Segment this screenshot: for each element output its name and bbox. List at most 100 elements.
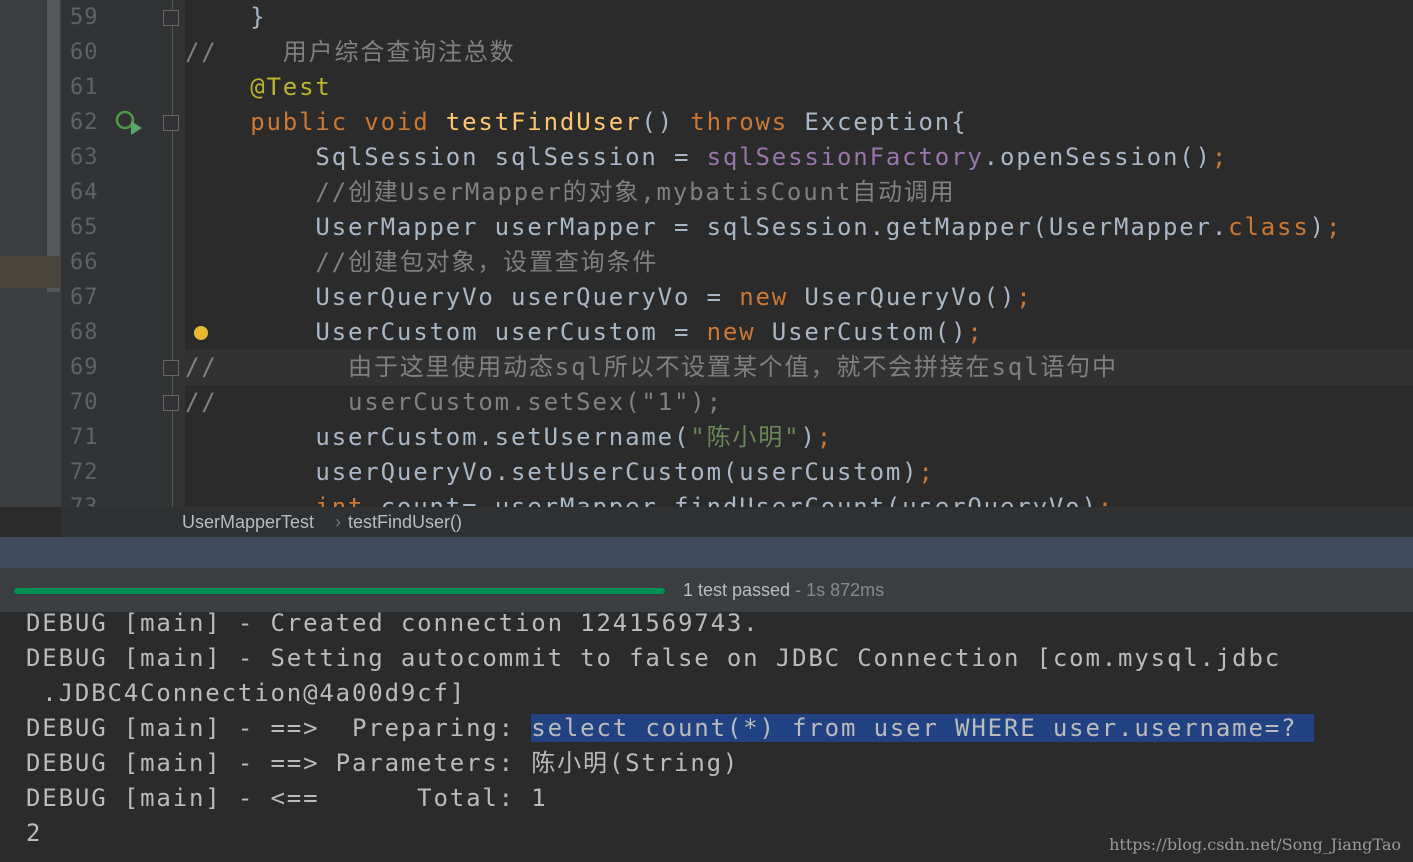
code-line[interactable]: // userCustom.setSex("1"); [185,385,1413,420]
line-number: 71 [70,425,99,450]
code-token: //创建UserMapper的对象,mybatisCount自动调用 [185,178,956,206]
code-line[interactable]: } [185,0,1413,35]
code-token: sqlSessionFactory [706,143,984,171]
line-number: 61 [70,75,99,100]
fold-icon[interactable] [163,10,179,26]
code-line[interactable]: UserCustom userCustom = new UserCustom()… [185,315,1413,350]
console-line: 2 [26,816,42,851]
console-line: .JDBC4Connection@4a00d9cf] [26,676,466,711]
code-token: SqlSession sqlSession = [185,143,707,171]
line-number: 65 [70,215,99,240]
code-token: //创建包对象，设置查询条件 [185,248,659,276]
code-token: ; [1325,213,1343,241]
console-line: DEBUG [main] - ==> Parameters: 陈小明(Strin… [26,746,739,781]
fold-guide [172,0,173,507]
code-token: () [641,108,691,136]
scroll-marker [0,256,61,288]
scrollbar[interactable] [47,0,60,292]
code-token: ; [1016,283,1033,311]
code-line[interactable]: int count= userMapper.findUserCount(user… [185,490,1413,507]
test-result: 1 test passed [683,580,791,600]
code-token: ) [800,423,817,451]
breadcrumb-method[interactable]: testFindUser() [348,507,462,537]
code-token: // userCustom.setSex("1"); [185,388,723,416]
breadcrumb: UserMapperTest › testFindUser() [61,507,1413,537]
console-line: DEBUG [main] - Setting autocommit to fal… [26,641,1281,676]
console-text: DEBUG [main] - Setting autocommit to fal… [26,644,1282,672]
fold-icon[interactable] [163,115,179,131]
code-token: new [706,318,772,346]
code-token: ; [1211,143,1229,171]
console-text: 2 [26,819,43,847]
code-token: public void [250,108,446,136]
code-token: ; [918,458,935,486]
console-text: DEBUG [main] - <== Total: 1 [26,784,548,812]
line-number: 66 [70,250,99,275]
line-number: 62 [70,110,99,135]
code-token: // 用户综合查询注总数 [185,38,516,66]
code-line[interactable]: // 由于这里使用动态sql所以不设置某个值，就不会拼接在sql语句中 [185,350,1413,385]
console-text: DEBUG [main] - ==> Parameters: 陈小明(Strin… [26,749,740,777]
code-token: userCustom.setUsername( [185,423,691,451]
code-token: ) [1309,213,1326,241]
console-output[interactable]: DEBUG [main] - Created connection 124156… [0,606,1413,862]
console-line: DEBUG [main] - <== Total: 1 [26,781,548,816]
line-number: 69 [70,355,99,380]
line-number: 59 [70,5,99,30]
code-token: } [185,3,267,31]
code-token: throws [690,108,805,136]
code-line[interactable]: @Test [185,70,1413,105]
code-token: UserMapper userMapper = sqlSession.getMa… [185,213,1229,241]
code-token: UserCustom() [771,318,968,346]
code-token: count= userMapper.findUserCount(userQuer… [380,493,1098,507]
code-token: Exception{ [804,108,968,136]
line-number: 68 [70,320,99,345]
breadcrumb-class[interactable]: UserMapperTest [182,507,314,537]
code-token: UserQueryVo() [804,283,1017,311]
code-token: ; [816,423,834,451]
console-text: .JDBC4Connection@4a00d9cf] [26,679,467,707]
tool-window-header [0,537,1413,568]
line-number: 72 [70,460,99,485]
console-line: DEBUG [main] - ==> Preparing: select cou… [26,711,1314,746]
test-duration: - 1s 872ms [795,580,885,600]
fold-icon[interactable] [163,395,179,411]
code-token: UserCustom userCustom = [185,318,707,346]
code-token: UserQueryVo userQueryVo = [185,283,740,311]
console-text: DEBUG [main] - ==> Preparing: [26,714,532,742]
line-number: 60 [70,40,99,65]
code-line[interactable]: // 用户综合查询注总数 [185,35,1413,70]
run-test-icon[interactable] [113,108,143,138]
line-number: 64 [70,180,99,205]
code-editor[interactable]: } // 用户综合查询注总数 @Test public void testFind… [185,0,1413,507]
code-token: ; [967,318,984,346]
test-progress-bar [14,588,665,594]
code-token: // 由于这里使用动态sql所以不设置某个值，就不会拼接在sql语句中 [185,353,1118,381]
code-token: @Test [250,73,332,101]
line-number: 63 [70,145,99,170]
code-token: userQueryVo.setUserCustom(userCustom) [185,458,919,486]
code-line[interactable]: //创建包对象，设置查询条件 [185,245,1413,280]
code-token: testFindUser [445,108,642,136]
code-token: "陈小明" [690,423,801,451]
code-line[interactable]: userCustom.setUsername("陈小明"); [185,420,1413,455]
code-line[interactable]: UserMapper userMapper = sqlSession.getMa… [185,210,1413,245]
code-token: int [315,493,381,507]
code-token: new [739,283,805,311]
code-token: .openSession() [983,143,1212,171]
test-status: 1 test passed - 1s 872ms [683,578,884,602]
line-number: 70 [70,390,99,415]
code-line[interactable]: SqlSession sqlSession = sqlSessionFactor… [185,140,1413,175]
code-line[interactable]: userQueryVo.setUserCustom(userCustom); [185,455,1413,490]
line-number: 67 [70,285,99,310]
code-line[interactable]: //创建UserMapper的对象,mybatisCount自动调用 [185,175,1413,210]
console-line: DEBUG [main] - Created connection 124156… [26,606,759,641]
project-panel-edge [0,0,61,507]
fold-icon[interactable] [163,360,179,376]
code-line[interactable]: UserQueryVo userQueryVo = new UserQueryV… [185,280,1413,315]
code-token: ; [1097,493,1115,507]
selected-sql[interactable]: select count(*) from user WHERE user.use… [531,714,1314,742]
code-line[interactable]: public void testFindUser() throws Except… [185,105,1413,140]
